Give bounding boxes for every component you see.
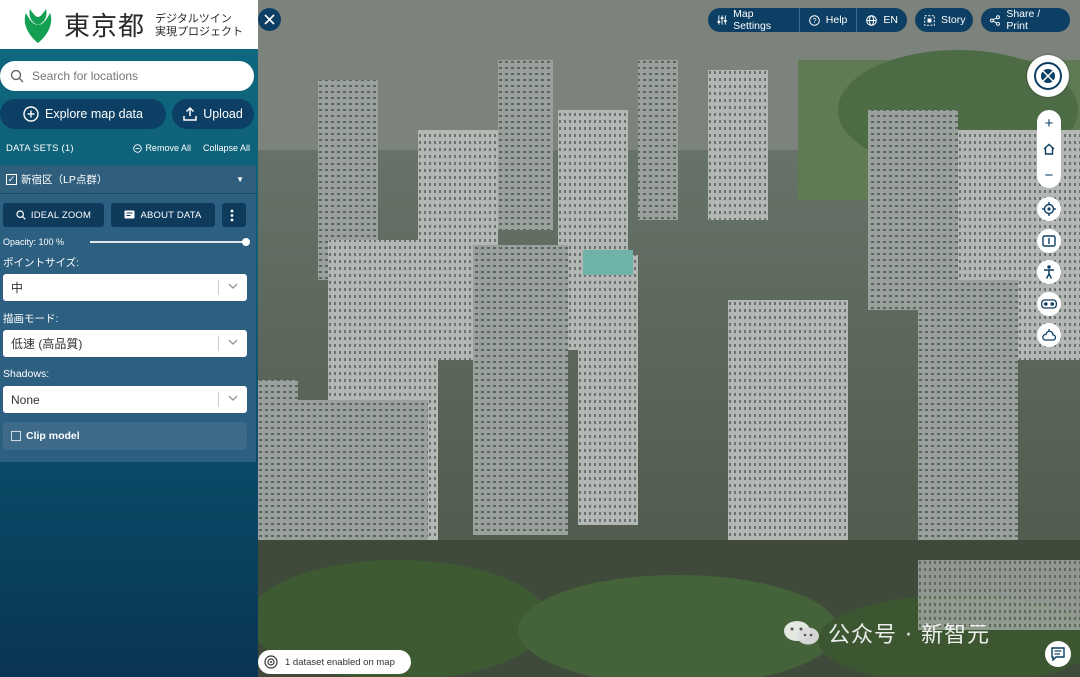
home-icon — [1043, 143, 1055, 155]
story-toolbar: Story — [915, 8, 973, 32]
weather-button[interactable] — [1037, 323, 1061, 347]
clip-model-checkbox[interactable] — [11, 431, 21, 441]
feedback-button[interactable] — [1045, 641, 1071, 667]
cloud-sun-icon — [1042, 328, 1056, 341]
share-icon — [990, 14, 1000, 26]
point-size-label: ポイントサイズ: — [3, 257, 80, 269]
signal-icon — [264, 655, 278, 669]
shadows-label: Shadows: — [3, 368, 50, 380]
more-options-button[interactable] — [222, 203, 246, 227]
zoom-icon — [16, 210, 26, 220]
about-data-button[interactable]: ABOUT DATA — [111, 203, 215, 227]
language-button[interactable]: EN — [857, 8, 907, 32]
info-doc-icon — [124, 210, 135, 219]
minus-circle-icon — [133, 143, 143, 153]
dataset-title-row[interactable]: ✓ 新宿区（LP点群） ▼ — [0, 165, 256, 194]
pedestrian-mode-button[interactable] — [1037, 260, 1061, 284]
dataset-panel: ✓ 新宿区（LP点群） ▼ IDEAL ZOOM ABOUT DATA Opac… — [0, 165, 256, 462]
story-button[interactable]: Story — [915, 8, 975, 32]
datasets-header: DATA SETS (1) Remove All Collapse All — [6, 141, 250, 155]
my-location-button[interactable] — [1037, 197, 1061, 221]
shadows-select[interactable]: None — [3, 386, 247, 413]
caret-down-icon[interactable]: ▼ — [236, 175, 244, 184]
compass-icon — [1034, 62, 1062, 90]
clip-model-toggle[interactable]: Clip model — [3, 422, 247, 450]
dataset-checkbox[interactable]: ✓ — [6, 173, 17, 185]
svg-text:?: ? — [812, 18, 816, 25]
map-view[interactable] — [258, 0, 1080, 677]
dataset-status-pill[interactable]: 1 dataset enabled on map — [258, 650, 411, 674]
datasets-title: DATA SETS (1) — [6, 142, 74, 154]
wechat-watermark: 公众号 · 新智元 — [782, 617, 990, 649]
render-mode-label: 描画モード: — [3, 313, 59, 325]
globe-icon — [866, 14, 878, 26]
opacity-control: Opacity: 100 % — [3, 237, 250, 247]
home-button[interactable] — [1037, 136, 1061, 162]
collapse-all-button[interactable]: Collapse All — [203, 143, 250, 153]
close-icon — [264, 14, 275, 25]
zoom-out-button[interactable]: − — [1037, 162, 1061, 188]
share-toolbar: Share / Print — [981, 8, 1070, 32]
upload-button[interactable]: Upload — [172, 99, 254, 129]
tokyo-logo-icon — [24, 8, 52, 43]
share-print-button[interactable]: Share / Print — [981, 8, 1070, 32]
chevron-down-icon — [228, 283, 238, 289]
logo-subtitle: デジタルツイン 実現プロジェクト — [155, 11, 244, 38]
point-cloud-scene — [258, 0, 1080, 677]
opacity-slider[interactable] — [90, 238, 250, 246]
help-button[interactable]: ? Help — [800, 8, 858, 32]
top-toolbar: Map Settings ? Help EN — [708, 8, 907, 32]
story-frame-icon — [924, 14, 935, 26]
vr-mode-button[interactable] — [1037, 292, 1061, 316]
chat-icon — [1051, 647, 1065, 661]
chevron-down-icon — [228, 395, 238, 401]
render-mode-select[interactable]: 低速 (高品質) — [3, 330, 247, 357]
upload-icon — [183, 107, 197, 121]
wechat-icon — [784, 621, 819, 645]
close-panel-button[interactable] — [258, 8, 281, 31]
logo-bar: 東京都 デジタルツイン 実現プロジェクト — [0, 0, 258, 49]
chevron-down-icon — [228, 339, 238, 345]
ideal-zoom-button[interactable]: IDEAL ZOOM — [3, 203, 104, 227]
opacity-slider-handle[interactable] — [242, 238, 250, 246]
add-circle-icon — [23, 106, 39, 122]
sidebar: 東京都 デジタルツイン 実現プロジェクト Search for location… — [0, 0, 258, 677]
compass-button[interactable] — [1027, 55, 1069, 97]
help-circle-icon: ? — [808, 14, 820, 26]
explore-map-data-button[interactable]: Explore map data — [0, 99, 166, 129]
zoom-controls: + − — [1037, 110, 1061, 188]
sliders-icon — [717, 15, 727, 25]
remove-all-button[interactable]: Remove All — [133, 143, 191, 153]
more-vertical-icon — [230, 209, 233, 221]
split-screen-icon — [1042, 235, 1056, 247]
locate-icon — [1042, 202, 1056, 216]
search-placeholder: Search for locations — [32, 69, 139, 83]
split-view-button[interactable] — [1037, 229, 1061, 253]
opacity-label: Opacity: 100 % — [3, 237, 65, 247]
vr-goggles-icon — [1041, 299, 1057, 309]
search-input[interactable]: Search for locations — [0, 61, 254, 91]
point-size-select[interactable]: 中 — [3, 274, 247, 301]
person-icon — [1044, 265, 1054, 279]
map-settings-button[interactable]: Map Settings — [708, 8, 800, 32]
logo-text: 東京都 — [64, 12, 146, 42]
zoom-in-button[interactable]: + — [1037, 110, 1061, 136]
dataset-name: 新宿区（LP点群） — [21, 173, 108, 186]
search-icon — [10, 69, 24, 83]
